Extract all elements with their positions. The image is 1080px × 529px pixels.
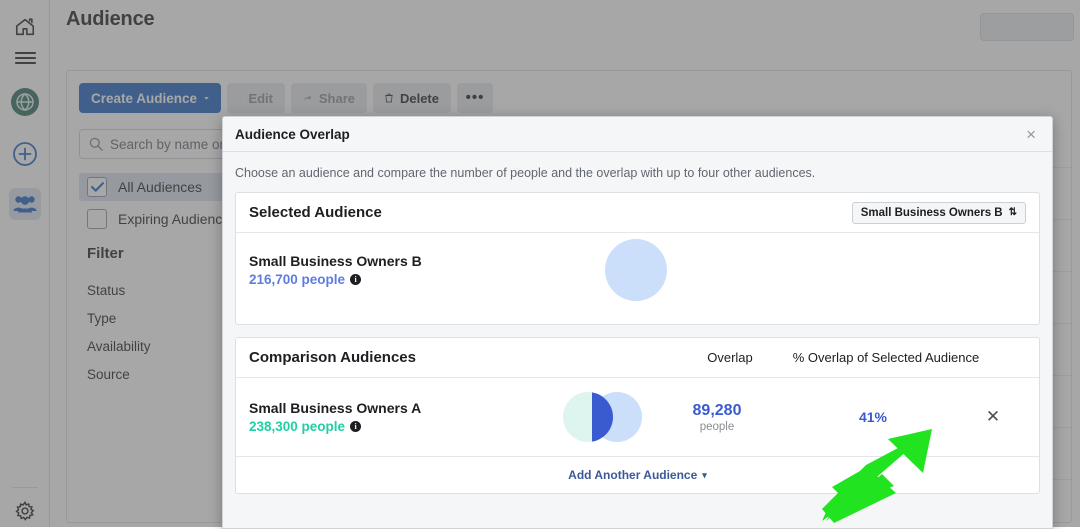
add-another-audience-label: Add Another Audience (568, 468, 698, 482)
audience-dropdown-value: Small Business Owners B (860, 206, 1003, 219)
checkbox-checked-icon (87, 177, 107, 197)
venn-diagram (549, 388, 661, 446)
add-another-audience-button[interactable]: Add Another Audience ▾ (236, 456, 1039, 493)
comparison-audience-count-value: 238,300 people (249, 419, 346, 434)
comparison-audience-count: 238,300 people i (249, 419, 549, 434)
comparison-audiences-header: Comparison Audiences Overlap % Overlap o… (236, 338, 1039, 378)
edit-label: Edit (248, 90, 273, 106)
comparison-audiences-heading: Comparison Audiences (249, 349, 416, 366)
updown-chevron-icon: ⇅ (1008, 207, 1017, 218)
dialog-description: Choose an audience and compare the numbe… (235, 166, 816, 180)
filter-section-title: Filter (87, 245, 124, 262)
gear-icon[interactable] (9, 495, 41, 527)
filter-label: All Audiences (118, 179, 203, 195)
info-icon[interactable]: i (350, 274, 362, 285)
chevron-down-icon: ▾ (702, 469, 707, 480)
filter-item-availability[interactable]: Availability (87, 339, 151, 354)
percent-overlap-cell: 41% (773, 409, 973, 425)
chevron-down-icon (204, 96, 209, 100)
create-audience-label: Create Audience (91, 90, 198, 106)
percent-overlap-value: 41% (858, 409, 888, 425)
globe-icon[interactable] (9, 86, 41, 118)
selected-audience-heading: Selected Audience (249, 204, 382, 221)
people-icon[interactable] (9, 188, 41, 220)
column-header-overlap: Overlap (707, 350, 753, 365)
create-audience-button[interactable]: Create Audience (79, 83, 221, 113)
dialog-header: Audience Overlap × (223, 117, 1052, 152)
selected-audience-info: Small Business Owners B 216,700 people i (249, 253, 422, 287)
ellipsis-icon: ••• (465, 89, 485, 106)
comparison-audience-info: Small Business Owners A 238,300 people i (249, 400, 549, 434)
share-label: Share (318, 90, 355, 106)
page-title: Audience (66, 8, 155, 30)
left-rail (0, 0, 50, 527)
more-options-button[interactable]: ••• (457, 83, 493, 113)
filter-label: Expiring Audiences (118, 211, 238, 227)
selected-audience-body: Small Business Owners B 216,700 people i (236, 233, 1039, 324)
filter-item-status[interactable]: Status (87, 283, 125, 298)
venn-intersection (592, 392, 613, 442)
plus-circle-icon[interactable] (9, 138, 41, 170)
home-icon[interactable] (9, 11, 41, 43)
checkbox-unchecked-icon (87, 209, 107, 229)
search-icon (89, 137, 103, 151)
pencil-icon (239, 96, 242, 100)
share-button[interactable]: Share (291, 83, 367, 113)
selected-audience-count-value: 216,700 people (249, 272, 346, 287)
filter-item-source[interactable]: Source (87, 367, 130, 382)
edit-button[interactable]: Edit (227, 83, 285, 113)
selected-audience-count: 216,700 people i (249, 272, 422, 287)
share-arrow-icon (303, 94, 312, 101)
comparison-audience-name: Small Business Owners A (249, 400, 422, 416)
table-row: Small Business Owners A 238,300 people i… (236, 378, 1039, 456)
info-icon[interactable]: i (350, 421, 362, 432)
audience-overlap-dialog: Audience Overlap × Choose an audience an… (222, 116, 1053, 529)
overlap-cell: 89,280 people (661, 402, 773, 433)
audience-dropdown[interactable]: Small Business Owners B ⇅ (851, 201, 1026, 224)
rail-divider (12, 487, 38, 488)
trash-icon (385, 93, 393, 103)
overlap-unit: people (699, 420, 735, 433)
selected-audience-circle (605, 239, 667, 301)
dialog-title: Audience Overlap (235, 126, 350, 142)
delete-label: Delete (399, 90, 439, 106)
selected-audience-header: Selected Audience Small Business Owners … (236, 193, 1039, 233)
column-header-percent-overlap: % Overlap of Selected Audience (792, 350, 980, 365)
remove-comparison-audience-button[interactable]: ✕ (973, 407, 1013, 427)
header-action-placeholder[interactable] (980, 13, 1074, 41)
delete-button[interactable]: Delete (373, 83, 451, 113)
menu-icon[interactable] (9, 42, 41, 74)
selected-audience-name: Small Business Owners B (249, 253, 422, 269)
comparison-audiences-panel: Comparison Audiences Overlap % Overlap o… (235, 337, 1040, 494)
overlap-value: 89,280 (692, 401, 742, 419)
close-icon[interactable]: × (1022, 124, 1040, 145)
filter-item-type[interactable]: Type (87, 311, 116, 326)
selected-audience-panel: Selected Audience Small Business Owners … (235, 192, 1040, 325)
